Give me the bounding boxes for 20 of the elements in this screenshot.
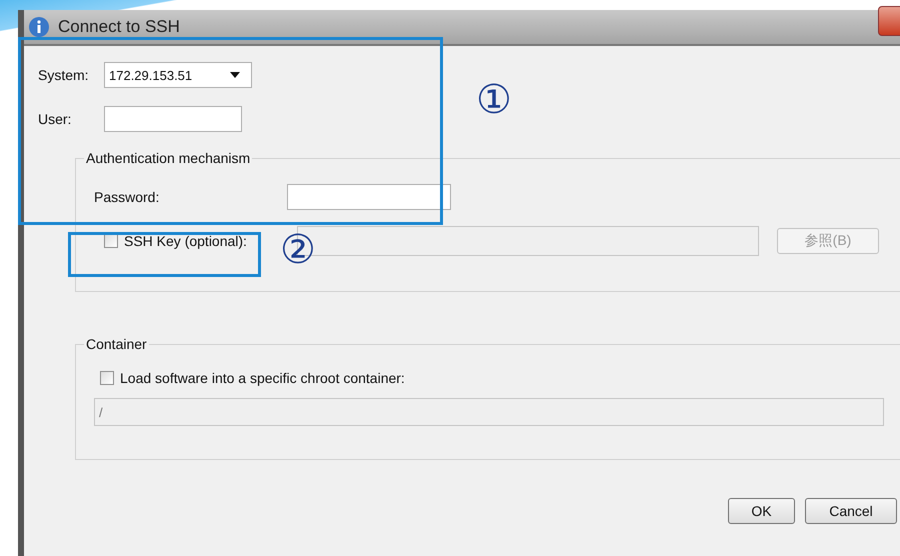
field-label: System:	[38, 67, 90, 83]
window-title: Connect to SSH	[58, 17, 180, 37]
container-path-field[interactable]: /	[94, 398, 884, 426]
caret-icon	[229, 71, 241, 79]
checkbox[interactable]	[104, 234, 118, 248]
info-icon	[28, 16, 50, 38]
callout-number: ②	[280, 230, 316, 270]
callout-number: ①	[476, 80, 512, 120]
checkbox[interactable]	[100, 371, 114, 385]
checkbox-label: SSH Key (optional):	[124, 233, 247, 249]
system-combo[interactable]: 172.29.153.51	[104, 62, 252, 88]
field-label: Password:	[94, 189, 160, 205]
ok-button[interactable]: OK	[728, 498, 795, 524]
group-title: Authentication mechanism	[85, 150, 252, 166]
field-label: User:	[38, 111, 72, 127]
user-field[interactable]	[104, 106, 242, 132]
password-field[interactable]	[287, 184, 451, 210]
checkbox-label: Load software into a specific chroot container:	[120, 370, 405, 386]
group-title: Container	[85, 336, 148, 352]
cancel-button[interactable]: Cancel	[805, 498, 897, 524]
